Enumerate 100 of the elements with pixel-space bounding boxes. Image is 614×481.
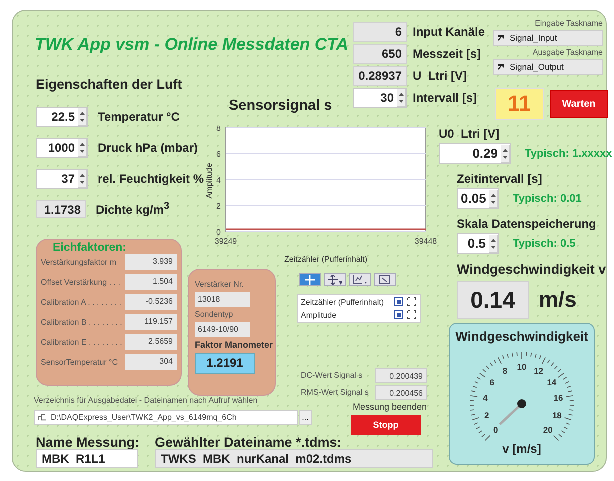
typical-value-hint: Typisch: 0.5 — [513, 238, 576, 250]
scale-name: Zeitzähler (Pufferinhalt) — [301, 298, 385, 306]
task-field[interactable]: Signal_Input — [493, 30, 603, 46]
spinner-icon[interactable] — [78, 139, 87, 157]
factor-display: 1.2191 — [195, 353, 255, 374]
spinner-icon[interactable] — [489, 234, 498, 252]
field-label: rel. Feuchtigkeit % — [98, 172, 204, 186]
value-field[interactable]: 119.157 — [125, 314, 177, 330]
value-field[interactable]: 6149-10/90 — [195, 322, 250, 337]
graph-tool-button[interactable] — [324, 273, 346, 286]
numeric-field[interactable]: 0.05 — [457, 188, 499, 209]
axis-tick-label: 0 — [216, 228, 221, 237]
gauge-tick-label: 14 — [547, 377, 557, 388]
path-field[interactable]: D:\DAQExpress_User\TWK2_App_vs_6149mq_6Ch — [34, 410, 298, 425]
chart-title: Sensorsignal s — [229, 98, 332, 114]
value-field[interactable]: 3.939 — [125, 254, 177, 270]
zoom-icon — [353, 274, 367, 284]
field-label: Calibration B . . . . . . . . — [41, 318, 122, 326]
value-field[interactable]: -0.5236 — [125, 294, 177, 310]
field-label: Temperatur °C — [98, 110, 180, 124]
button-caption: Messung beenden — [353, 402, 428, 412]
gauge-title: Windgeschwindigkeit — [456, 329, 588, 344]
typical-value-hint: Typisch: 0.01 — [513, 192, 582, 204]
field-caption: Ausgabe Taskname — [532, 48, 603, 57]
field-label: Offset Verstärkung . . . — [41, 278, 120, 286]
autoscale-icon[interactable] — [407, 310, 417, 320]
axis-tick-label: 6 — [216, 150, 221, 159]
zoom-box-icon — [379, 274, 391, 284]
field-label: Name Messung: — [36, 435, 140, 450]
gauge-tick-label: 16 — [554, 393, 564, 404]
numeric-field[interactable]: 0.5 — [457, 233, 499, 254]
field-label: Intervall [s] — [413, 91, 478, 105]
graph-tool-button[interactable] — [299, 273, 321, 286]
wind-speed-display: 0.14 — [457, 281, 529, 319]
counter-display: 11 — [495, 88, 544, 120]
wait-button[interactable]: Warten — [550, 90, 608, 118]
graph-tool-button[interactable] — [349, 273, 371, 286]
axis-title: Amplitude — [205, 163, 214, 199]
field-caption: Eingabe Taskname — [535, 19, 603, 28]
value-display: 650 — [353, 44, 407, 64]
field-label: SensorTemperatur °C — [41, 358, 118, 366]
gauge-tick-label: 18 — [552, 410, 562, 420]
filename-display: TWKS_MBK_nurKanal_m02.tdms — [155, 449, 433, 468]
field-label: Verstärker Nr. — [195, 280, 245, 289]
field-label: U_Ltri [V] — [413, 69, 467, 83]
numeric-field[interactable]: 37 — [36, 169, 88, 189]
gauge-tick-label: 10 — [517, 362, 527, 372]
gauge-tick-label: 0 — [493, 425, 498, 436]
gauge-tick-label: 8 — [502, 366, 508, 376]
task-field[interactable]: Signal_Output — [493, 59, 603, 75]
axis-tick-label: 4 — [216, 176, 221, 185]
section-heading: Windgeschwindigkeit v — [457, 262, 606, 277]
field-label: Messzeit [s] — [413, 47, 482, 61]
value-display: 0.200439 — [375, 368, 427, 383]
value-field[interactable]: 1.504 — [125, 274, 177, 290]
card-title: Eichfaktoren: — [53, 242, 128, 254]
field-label: DC-Wert Signal s — [301, 371, 363, 380]
field-label: Zeitintervall [s] — [457, 172, 544, 186]
gauge-needle — [499, 400, 526, 426]
axis-title: Zeitzähler (Pufferinhalt) — [284, 255, 368, 264]
numeric-field[interactable]: 30 — [353, 88, 407, 108]
gauge-tick-label: 6 — [490, 377, 494, 388]
unit-label: m/s — [539, 287, 577, 313]
field-label: Skala Datenspeicherung — [457, 217, 598, 231]
numeric-field[interactable]: 0.29 — [439, 143, 511, 164]
gauge-unit: v [m/s] — [502, 442, 542, 456]
gauge-tick-label: 20 — [543, 425, 553, 436]
move-icon — [328, 274, 342, 284]
value-display: 0.28937 — [353, 66, 407, 86]
spinner-icon[interactable] — [78, 108, 87, 126]
typical-value-hint: Typisch: 1.xxxxx — [525, 148, 612, 160]
spinner-icon[interactable] — [501, 144, 510, 162]
section-heading: Eigenschaften der Luft — [36, 77, 182, 92]
axis-tick-label: 2 — [216, 202, 221, 211]
name-field[interactable]: MBK_R1L1 — [36, 449, 138, 468]
autoscale-icon[interactable] — [407, 297, 417, 307]
numeric-field[interactable]: 22.5 — [36, 107, 88, 127]
field-label: U0_Ltri [V] — [439, 127, 501, 141]
axis-tick-label: 39249 — [214, 237, 238, 246]
spinner-icon[interactable] — [489, 190, 498, 208]
value-field[interactable]: 304 — [125, 354, 177, 370]
spinner-icon[interactable] — [397, 89, 406, 107]
stop-button[interactable]: Stopp — [351, 415, 421, 435]
value-field[interactable]: 2.5659 — [125, 334, 177, 350]
value-field[interactable]: 13018 — [195, 292, 250, 307]
crosshair-icon — [305, 274, 315, 284]
app-title: TWK App vsm - Online Messdaten CTA — [35, 35, 349, 55]
field-label: Calibration A . . . . . . . . — [41, 298, 122, 306]
gauge-tick-label: 2 — [484, 410, 490, 420]
field-label: Sondentyp — [195, 310, 234, 319]
axis-tick-label: 39448 — [414, 237, 438, 246]
numeric-field[interactable]: 1000 — [36, 138, 88, 158]
browse-button[interactable]: ... — [299, 410, 312, 425]
field-label: Input Kanäle — [413, 25, 486, 39]
field-label: Druck hPa (mbar) — [98, 141, 198, 155]
graph-tool-button[interactable] — [374, 273, 396, 286]
scale-name: Amplitude — [301, 310, 338, 320]
gauge-tick-label: 4 — [483, 393, 488, 404]
value-display: 1.1738 — [36, 200, 86, 218]
spinner-icon[interactable] — [78, 170, 87, 188]
